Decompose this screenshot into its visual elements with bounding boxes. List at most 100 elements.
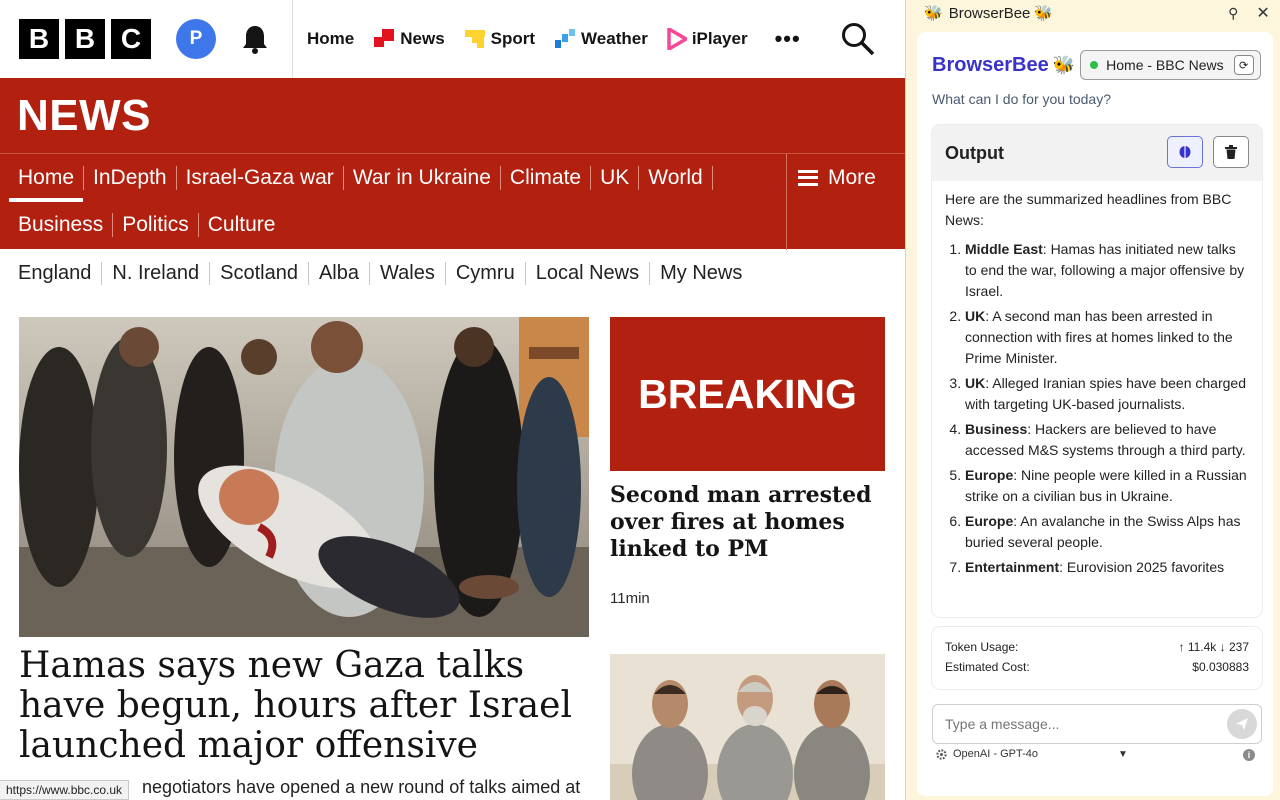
sport-icon	[464, 30, 485, 48]
bbc-logo[interactable]: B B C	[19, 19, 151, 59]
global-nav-iplayer[interactable]: iPlayer	[667, 28, 748, 50]
global-nav-sport[interactable]: Sport	[464, 28, 535, 50]
news-icon	[374, 29, 395, 47]
region-item-local-news[interactable]: Local News	[536, 261, 651, 285]
bbc-top-bar: B B C P Home News Sport Weather iPlayer …	[0, 0, 905, 78]
clear-output-button[interactable]	[1213, 136, 1249, 168]
headline-item: Europe: Nine people were killed in a Rus…	[965, 465, 1249, 507]
headline-tag: Business	[965, 421, 1028, 437]
global-nav-weather[interactable]: Weather	[554, 28, 648, 50]
notifications-bell-icon[interactable]	[238, 22, 272, 56]
headline-item: Entertainment: Eurovision 2025 favorites	[965, 557, 1249, 578]
divider	[292, 0, 293, 78]
weather-icon	[555, 29, 576, 48]
headline-tag: UK	[965, 375, 986, 391]
section-nav-item-politics[interactable]: Politics	[122, 212, 199, 237]
brand-row: BrowserBee 🐝 Home - BBC News ⟳	[932, 50, 1261, 80]
current-tab-pill[interactable]: Home - BBC News ⟳	[1080, 50, 1261, 80]
model-name: OpenAI - GPT-4o	[953, 748, 1038, 760]
bbc-logo-block: C	[111, 19, 151, 59]
section-nav-item-climate[interactable]: Climate	[510, 165, 592, 190]
status-bar-url: https://www.bbc.co.uk	[0, 780, 130, 800]
output-title: Output	[945, 142, 1004, 163]
headline-text: : A second man has been arrested in conn…	[965, 308, 1233, 366]
section-nav-item-culture[interactable]: Culture	[208, 213, 285, 237]
section-nav-row: Business Politics Culture	[18, 201, 786, 248]
output-panel: Output Here are the summarized headlines…	[932, 125, 1262, 617]
trash-icon	[1225, 145, 1237, 159]
panel-window-title: BrowserBee	[948, 4, 1031, 22]
close-icon[interactable]: ✕	[1256, 3, 1269, 23]
bbc-page: B B C P Home News Sport Weather iPlayer …	[0, 0, 905, 800]
token-usage-row: Token Usage: ↑ 11.4k ↓ 237	[945, 637, 1249, 657]
bee-emoji-icon: 🐝	[1034, 5, 1054, 22]
region-item-alba[interactable]: Alba	[319, 261, 370, 285]
info-icon[interactable]: i	[1243, 749, 1255, 761]
headline-tag: Entertainment	[965, 559, 1060, 575]
breaking-banner[interactable]: BREAKING	[610, 317, 885, 471]
browserbee-panel: 🐝 BrowserBee 🐝 ⚲ ✕ BrowserBee 🐝 Home - B…	[905, 0, 1280, 800]
section-nav-item-home[interactable]: Home	[8, 165, 85, 202]
lead-story-photo[interactable]	[19, 317, 589, 637]
region-item-cymru[interactable]: Cymru	[456, 261, 526, 285]
section-nav-item-indepth[interactable]: InDepth	[93, 165, 177, 190]
headline-item: UK: Alleged Iranian spies have been char…	[965, 373, 1249, 415]
region-item-n-ireland[interactable]: N. Ireland	[112, 261, 211, 285]
estimated-cost-value: $0.030883	[1192, 660, 1249, 674]
panel-title-bar: 🐝 BrowserBee 🐝 ⚲ ✕	[906, 0, 1280, 26]
model-selector[interactable]: OpenAI - GPT-4o ▼	[936, 748, 1128, 760]
section-nav: Home InDepth Israel-Gaza war War in Ukra…	[0, 153, 905, 250]
global-nav-news[interactable]: News	[373, 28, 445, 50]
unpin-icon[interactable]: ⚲	[1228, 5, 1238, 22]
more-sections-button[interactable]: More	[787, 154, 905, 201]
region-item-wales[interactable]: Wales	[380, 261, 446, 285]
more-menu-icon[interactable]: •••	[775, 26, 801, 52]
headline-list: Middle East: Hamas has initiated new tal…	[945, 239, 1249, 578]
side-story-headline[interactable]: Second man arrested over fires at homes …	[610, 482, 885, 563]
toggle-thinking-button[interactable]	[1167, 136, 1203, 168]
global-nav-home[interactable]: Home	[307, 29, 354, 49]
headline-tag: Europe	[965, 467, 1014, 483]
search-icon[interactable]	[841, 22, 875, 56]
account-avatar[interactable]: P	[176, 19, 216, 59]
section-nav-item-uk[interactable]: UK	[600, 165, 640, 190]
section-nav-row: Home InDepth Israel-Gaza war War in Ukra…	[8, 154, 786, 202]
section-nav-item-world[interactable]: World	[648, 165, 713, 190]
chevron-down-icon: ▼	[1117, 748, 1128, 760]
refresh-tab-icon[interactable]: ⟳	[1233, 55, 1254, 75]
global-nav-label: Weather	[581, 29, 648, 48]
headline-text: : Alleged Iranian spies have been charge…	[965, 375, 1246, 412]
section-nav-item-business[interactable]: Business	[18, 212, 114, 237]
token-usage-card: Token Usage: ↑ 11.4k ↓ 237 Estimated Cos…	[932, 627, 1262, 689]
section-nav-item-ukraine[interactable]: War in Ukraine	[353, 165, 501, 190]
output-header: Output	[932, 125, 1262, 181]
news-banner: NEWS	[0, 78, 905, 153]
region-item-scotland[interactable]: Scotland	[220, 261, 309, 285]
lead-story-headline[interactable]: Hamas says new Gaza talks have begun, ho…	[19, 646, 594, 766]
news-title[interactable]: NEWS	[17, 91, 151, 141]
message-input[interactable]	[945, 716, 1215, 732]
more-label: More	[828, 165, 876, 189]
global-nav-label: News	[400, 29, 445, 48]
court-sketch-image[interactable]	[610, 654, 885, 800]
brain-icon	[1179, 146, 1191, 158]
global-nav-label: Home	[307, 29, 355, 48]
lead-story-summary: negotiators have opened a new round of t…	[142, 777, 581, 797]
headline-tag: Middle East	[965, 241, 1043, 257]
region-item-england[interactable]: England	[18, 261, 103, 285]
estimated-cost-label: Estimated Cost:	[945, 660, 1030, 674]
token-usage-label: Token Usage:	[945, 640, 1019, 654]
output-intro: Here are the summarized headlines from B…	[945, 191, 1232, 228]
token-usage-value: ↑ 11.4k ↓ 237	[1178, 640, 1250, 654]
global-nav: Home News Sport Weather iPlayer •••	[307, 22, 875, 56]
bbc-logo-block: B	[19, 19, 59, 59]
screen: B B C P Home News Sport Weather iPlayer …	[0, 0, 1280, 800]
estimated-cost-row: Estimated Cost: $0.030883	[945, 657, 1249, 677]
section-nav-item-israel-gaza[interactable]: Israel-Gaza war	[186, 165, 344, 190]
send-button[interactable]	[1227, 709, 1257, 739]
bee-emoji-icon: 🐝	[1052, 54, 1076, 75]
region-item-my-news[interactable]: My News	[660, 262, 752, 285]
message-box	[932, 704, 1262, 744]
brand-name: BrowserBee	[932, 53, 1049, 76]
global-nav-label: iPlayer	[691, 29, 748, 48]
